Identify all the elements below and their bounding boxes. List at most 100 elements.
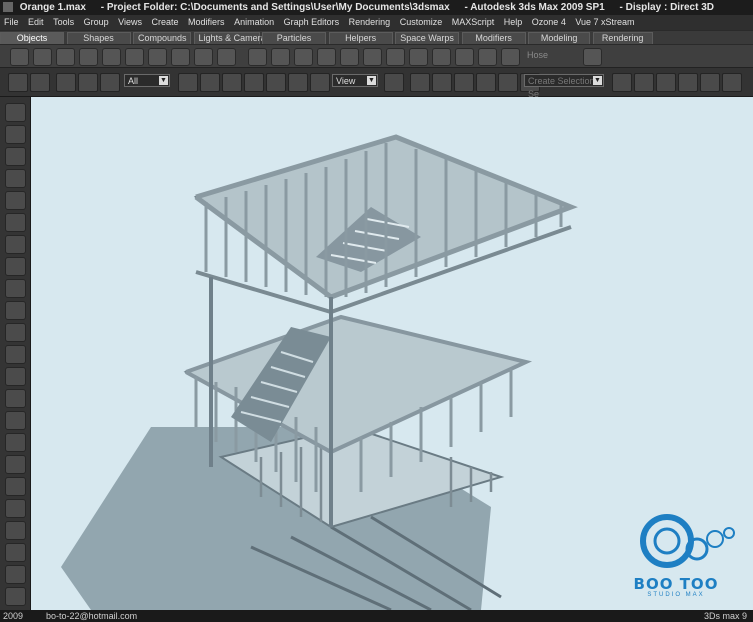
selection-filter-dropdown[interactable]: All ▼ xyxy=(124,74,170,87)
oil-tank-icon[interactable] xyxy=(294,48,313,66)
manipulate-icon[interactable] xyxy=(410,73,430,92)
menu-graph-editors[interactable]: Graph Editors xyxy=(284,17,340,27)
menu-animation[interactable]: Animation xyxy=(234,17,274,27)
window-crossing-icon[interactable] xyxy=(244,73,264,92)
menu-maxscript[interactable]: MAXScript xyxy=(452,17,495,27)
relax-icon[interactable] xyxy=(5,345,26,364)
tab-compounds[interactable]: Compounds xyxy=(133,32,192,44)
plane-icon[interactable] xyxy=(217,48,236,66)
hose-label[interactable]: Hose xyxy=(527,50,548,60)
scale-icon[interactable] xyxy=(310,73,330,92)
boolean-icon[interactable] xyxy=(5,103,26,122)
ring-icon[interactable] xyxy=(5,147,26,166)
lathe-icon[interactable] xyxy=(5,235,26,254)
spinner-snap-icon[interactable] xyxy=(498,73,518,92)
bind-spacewarp-icon[interactable] xyxy=(100,73,120,92)
menu-rendering[interactable]: Rendering xyxy=(349,17,391,27)
cone-icon[interactable] xyxy=(125,48,144,66)
percent-snap-icon[interactable] xyxy=(476,73,496,92)
named-selection-dropdown[interactable]: Create Selection Se ▼ xyxy=(524,74,604,99)
render-icon[interactable] xyxy=(5,587,26,606)
chamfer-cyl-icon[interactable] xyxy=(409,48,428,66)
rotate-icon[interactable] xyxy=(288,73,308,92)
wave-icon[interactable] xyxy=(5,411,26,430)
capsule-icon[interactable] xyxy=(432,48,451,66)
layer-manager-icon[interactable] xyxy=(656,73,676,92)
tab-shapes[interactable]: Shapes xyxy=(66,32,131,44)
brush-icon[interactable] xyxy=(5,279,26,298)
pivot-center-icon[interactable] xyxy=(384,73,404,92)
cylinder-icon[interactable] xyxy=(56,48,75,66)
flag-icon[interactable] xyxy=(5,433,26,452)
align-icon[interactable] xyxy=(634,73,654,92)
menu-modifiers[interactable]: Modifiers xyxy=(188,17,225,27)
material-editor-icon[interactable] xyxy=(722,73,742,92)
tab-space-warps[interactable]: Space Warps xyxy=(395,32,460,44)
menu-customize[interactable]: Customize xyxy=(400,17,443,27)
tab-objects[interactable]: Objects xyxy=(0,32,64,44)
redo-icon[interactable] xyxy=(30,73,50,92)
tab-modeling[interactable]: Modeling xyxy=(528,32,591,44)
hedra-icon[interactable] xyxy=(248,48,267,66)
menu-help[interactable]: Help xyxy=(504,17,523,27)
geosphere-icon[interactable] xyxy=(148,48,167,66)
select-by-name-icon[interactable] xyxy=(200,73,220,92)
unlink-icon[interactable] xyxy=(78,73,98,92)
chamfer-icon[interactable] xyxy=(5,213,26,232)
gear-icon[interactable] xyxy=(5,323,26,342)
cloth-icon[interactable] xyxy=(5,455,26,474)
curve-editor-icon[interactable] xyxy=(678,73,698,92)
skin-icon[interactable] xyxy=(5,521,26,540)
noise-icon[interactable] xyxy=(5,389,26,408)
star-icon[interactable] xyxy=(5,191,26,210)
torus-icon[interactable] xyxy=(79,48,98,66)
snap-toggle-icon[interactable] xyxy=(432,73,452,92)
spray-icon[interactable] xyxy=(5,367,26,386)
unwrap-icon[interactable] xyxy=(5,565,26,584)
tree-icon[interactable] xyxy=(583,48,602,66)
chamfer-box-icon[interactable] xyxy=(271,48,290,66)
prism-icon[interactable] xyxy=(363,48,382,66)
rect-selection-icon[interactable] xyxy=(222,73,242,92)
l-ext-icon[interactable] xyxy=(455,48,474,66)
tab-modifiers[interactable]: Modifiers xyxy=(461,32,526,44)
spindle-icon[interactable] xyxy=(317,48,336,66)
torus-knot-icon[interactable] xyxy=(386,48,405,66)
menu-create[interactable]: Create xyxy=(152,17,179,27)
tab-particles[interactable]: Particles xyxy=(262,32,327,44)
menu-vue[interactable]: Vue 7 xStream xyxy=(575,17,634,27)
bone-icon[interactable] xyxy=(5,477,26,496)
menu-group[interactable]: Group xyxy=(84,17,109,27)
sphere-icon[interactable] xyxy=(33,48,52,66)
app-icon[interactable] xyxy=(3,2,13,12)
menu-tools[interactable]: Tools xyxy=(53,17,74,27)
hair-icon[interactable] xyxy=(5,543,26,562)
link-icon[interactable] xyxy=(56,73,76,92)
pyramid-icon[interactable] xyxy=(194,48,213,66)
tab-rendering[interactable]: Rendering xyxy=(592,32,653,44)
ring-wave-icon[interactable] xyxy=(501,48,520,66)
mirror-icon[interactable] xyxy=(612,73,632,92)
paint-icon[interactable] xyxy=(5,301,26,320)
mesh-icon[interactable] xyxy=(5,257,26,276)
tube-icon[interactable] xyxy=(171,48,190,66)
tab-helpers[interactable]: Helpers xyxy=(328,32,393,44)
extrude-icon[interactable] xyxy=(5,169,26,188)
move-icon[interactable] xyxy=(266,73,286,92)
menu-views[interactable]: Views xyxy=(118,17,142,27)
reference-coord-dropdown[interactable]: View ▼ xyxy=(332,74,378,87)
schematic-view-icon[interactable] xyxy=(700,73,720,92)
angle-snap-icon[interactable] xyxy=(454,73,474,92)
menu-file[interactable]: File xyxy=(4,17,19,27)
select-object-icon[interactable] xyxy=(178,73,198,92)
tab-lights-cameras[interactable]: Lights & Cameras xyxy=(193,32,270,44)
reactor-icon[interactable] xyxy=(5,499,26,518)
menu-edit[interactable]: Edit xyxy=(28,17,44,27)
gengon-icon[interactable] xyxy=(340,48,359,66)
cut-icon[interactable] xyxy=(5,125,26,144)
box-icon[interactable] xyxy=(10,48,29,66)
menu-ozone[interactable]: Ozone 4 xyxy=(532,17,566,27)
perspective-viewport[interactable] xyxy=(31,97,753,610)
undo-icon[interactable] xyxy=(8,73,28,92)
teapot-icon[interactable] xyxy=(102,48,121,66)
